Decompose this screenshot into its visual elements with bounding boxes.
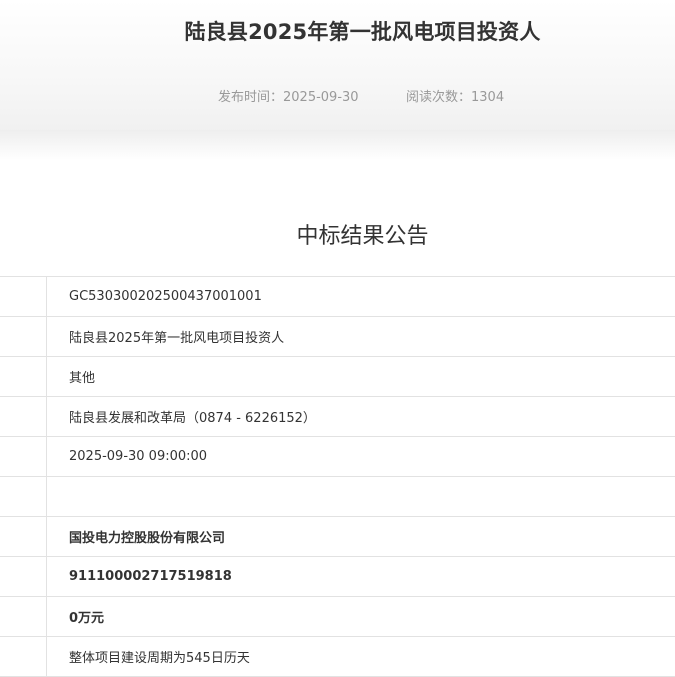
row-label bbox=[0, 317, 47, 357]
table-row-open-time: 2025-09-30 09:00:00 bbox=[0, 437, 675, 477]
page-title: 陆良县2025年第一批风电项目投资人 bbox=[0, 16, 675, 46]
table-row-procurement-method: 其他 bbox=[0, 357, 675, 397]
table-row-winning-bidder: 国投电力控股股份有限公司 bbox=[0, 517, 675, 557]
table-row-credit-code: 911100002717519818 bbox=[0, 557, 675, 597]
table-row-empty bbox=[0, 477, 675, 517]
row-label bbox=[0, 397, 47, 437]
row-label bbox=[0, 357, 47, 397]
row-label bbox=[0, 557, 47, 597]
row-label bbox=[0, 277, 47, 317]
row-label bbox=[0, 597, 47, 637]
table-row-project-code: GC5303002025004370010​01 bbox=[0, 277, 675, 317]
table-row-project-name: 陆良县2025年第一批风电项目投资人 bbox=[0, 317, 675, 357]
bid-price-value: 0万元 bbox=[47, 597, 675, 637]
publish-time: 发布时间：2025-09-30 bbox=[218, 86, 359, 105]
table-row-tenderer: 陆良县发展和改革局（0874 - 6226152） bbox=[0, 397, 675, 437]
open-time-value: 2025-09-30 09:00:00 bbox=[47, 437, 675, 477]
row-label bbox=[0, 437, 47, 477]
row-label bbox=[0, 637, 47, 677]
project-name-value: 陆良县2025年第一批风电项目投资人 bbox=[47, 317, 675, 357]
table-row-bid-price: 0万元 bbox=[0, 597, 675, 637]
construction-period-value: 整体项目建设周期为545日历天 bbox=[47, 637, 675, 677]
read-count: 阅读次数：1304 bbox=[406, 86, 504, 105]
winning-bidder-value: 国投电力控股股份有限公司 bbox=[47, 517, 675, 557]
credit-code-value: 911100002717519818 bbox=[47, 557, 675, 597]
notice-heading: 中标结果公告 bbox=[0, 218, 675, 250]
table-row-construction-period: 整体项目建设周期为545日历天 bbox=[0, 637, 675, 677]
tenderer-value: 陆良县发展和改革局（0874 - 6226152） bbox=[47, 397, 675, 437]
row-label bbox=[0, 477, 47, 517]
header-divider bbox=[0, 130, 675, 160]
procurement-method-value: 其他 bbox=[47, 357, 675, 397]
empty-value bbox=[47, 477, 675, 517]
row-label bbox=[0, 517, 47, 557]
project-code-value: GC5303002025004370010​01 bbox=[47, 277, 675, 317]
detail-table: GC5303002025004370010​01 陆良县2025年第一批风电项目… bbox=[0, 276, 675, 677]
